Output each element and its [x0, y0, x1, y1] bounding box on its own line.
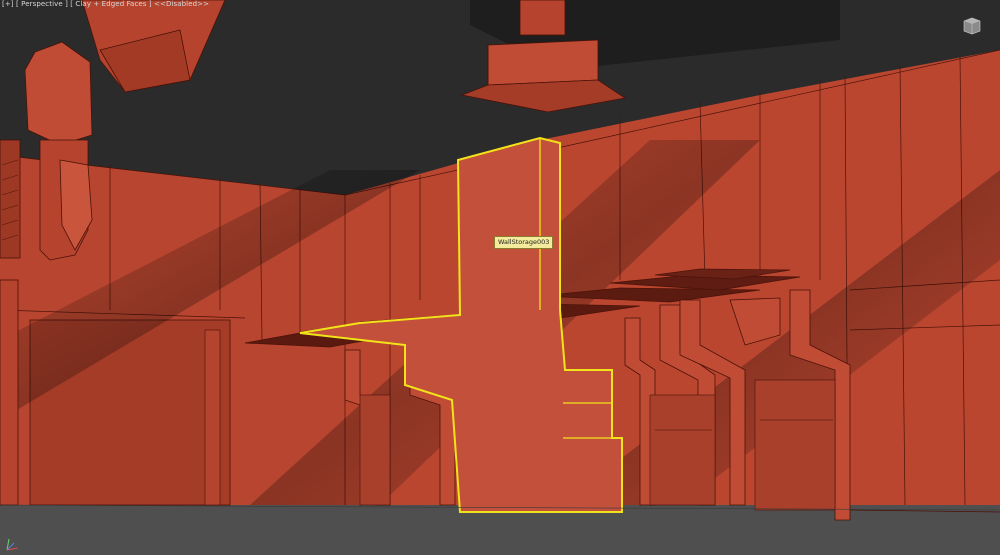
- viewport-menu-shading[interactable]: [ Clay + Edged Faces ]: [68, 0, 152, 8]
- viewport-menu-disabled[interactable]: <<Disabled>>: [152, 0, 209, 8]
- scene-render[interactable]: [0, 0, 1000, 555]
- viewport-menu-view[interactable]: [ Perspective ]: [14, 0, 68, 8]
- viewport-menu-plus[interactable]: [+]: [2, 0, 14, 8]
- object-name-tooltip: WallStorage003: [494, 236, 554, 249]
- viewcube-icon[interactable]: [961, 14, 983, 36]
- viewport-label: [+] [ Perspective ] [ Clay + Edged Faces…: [2, 0, 209, 8]
- axis-tripod-icon: [6, 538, 19, 551]
- 3d-viewport[interactable]: [+] [ Perspective ] [ Clay + Edged Faces…: [0, 0, 1000, 555]
- door-frame: [204, 329, 221, 506]
